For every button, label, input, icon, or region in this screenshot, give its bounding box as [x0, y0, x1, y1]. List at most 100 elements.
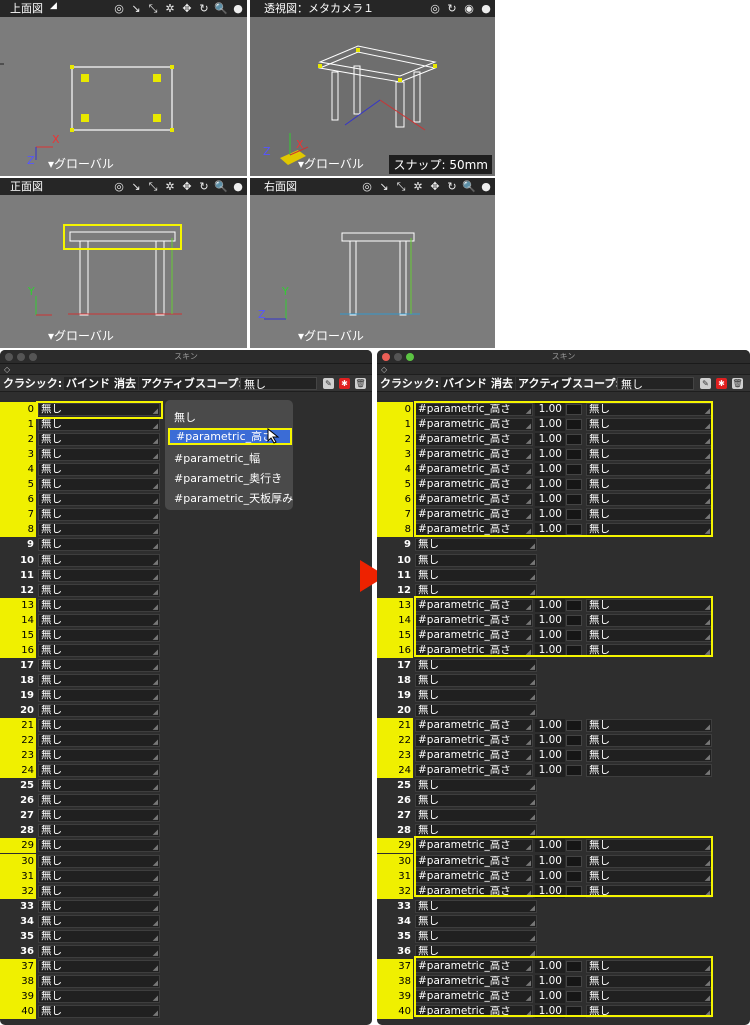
bone-row[interactable]: 13 無し ◢	[0, 597, 372, 613]
parameter-select[interactable]: 無し ◢	[415, 779, 537, 793]
mode-label[interactable]: クラシック:	[380, 377, 439, 390]
bone-row[interactable]: 24 #parametric_高さ ◢ 1.00 無し ◢	[377, 763, 750, 779]
bone-row[interactable]: 18 無し ◢	[377, 673, 750, 688]
parameter-select[interactable]: 無し ◢	[38, 869, 160, 883]
bone-row[interactable]: 38 無し ◢	[0, 973, 372, 989]
bone-row[interactable]: 40 無し ◢	[0, 1004, 372, 1019]
parameter-select[interactable]: 無し ◢	[415, 658, 537, 672]
bone-row[interactable]: 37 無し ◢	[0, 958, 372, 974]
bone-row[interactable]: 11 無し ◢	[377, 568, 750, 583]
bone-row[interactable]: 30 無し ◢	[0, 853, 372, 869]
bone-row[interactable]: 26 無し ◢	[377, 793, 750, 808]
parameter-select[interactable]: 無し ◢	[38, 538, 160, 552]
eyedropper-icon[interactable]: ✎	[323, 378, 334, 389]
bone-row[interactable]: 32 無し ◢	[0, 883, 372, 899]
dropdown-item-depth[interactable]: #parametric_奥行き	[174, 470, 282, 486]
weight-stepper[interactable]	[566, 765, 582, 777]
weight-stepper[interactable]	[566, 750, 582, 762]
parameter-select[interactable]: 無し ◢	[38, 809, 160, 823]
bone-row[interactable]: 10 無し ◢	[0, 553, 372, 568]
parameter-select[interactable]: 無し ◢	[38, 448, 160, 462]
parameter-select[interactable]: 無し ◢	[415, 688, 537, 702]
bone-row[interactable]: 8 無し ◢	[0, 522, 372, 538]
bone-row[interactable]: 25 無し ◢	[377, 778, 750, 793]
dropdown-item-thickness[interactable]: #parametric_天板厚み	[174, 490, 293, 506]
bone-row[interactable]: 31 無し ◢	[0, 868, 372, 884]
secondary-parameter-select[interactable]: 無し ◢	[586, 764, 712, 778]
parameter-select[interactable]: 無し ◢	[38, 613, 160, 627]
parameter-select[interactable]: 無し ◢	[38, 719, 160, 733]
parameter-select[interactable]: 無し ◢	[415, 704, 537, 717]
bone-row[interactable]: 9 無し ◢	[377, 537, 750, 552]
parameter-select[interactable]: #parametric_高さ ◢	[415, 719, 533, 733]
bone-row[interactable]: 28 無し ◢	[0, 823, 372, 838]
bone-row[interactable]: 17 無し ◢	[377, 658, 750, 673]
trash-icon[interactable]: 🗑	[355, 378, 366, 389]
weight-stepper[interactable]	[566, 720, 582, 732]
parameter-select[interactable]: 無し ◢	[415, 929, 537, 943]
bone-row[interactable]: 23 無し ◢	[0, 748, 372, 764]
parameter-select[interactable]: 無し ◢	[38, 508, 160, 522]
parameter-select[interactable]: 無し ◢	[415, 899, 537, 913]
scope-select[interactable]: 無し	[240, 377, 317, 391]
bind-button[interactable]: バインド	[441, 377, 489, 390]
sparkle-icon[interactable]: ✱	[716, 378, 727, 389]
parameter-select[interactable]: 無し ◢	[415, 794, 537, 808]
bone-row[interactable]: 34 無し ◢	[377, 914, 750, 929]
bone-row[interactable]: 26 無し ◢	[0, 793, 372, 808]
bone-row[interactable]: 33 無し ◢	[377, 899, 750, 914]
active-button[interactable]: アクティブ	[139, 377, 197, 390]
parameter-select[interactable]: 無し ◢	[38, 884, 160, 898]
bone-row[interactable]: 18 無し ◢	[0, 673, 372, 688]
bone-row[interactable]: 15 無し ◢	[0, 627, 372, 643]
parameter-select[interactable]: 無し ◢	[38, 1005, 160, 1018]
bone-row[interactable]: 34 無し ◢	[0, 914, 372, 929]
parameter-select[interactable]: 無し ◢	[38, 478, 160, 492]
bone-row[interactable]: 27 無し ◢	[0, 808, 372, 823]
bone-row[interactable]: 20 無し ◢	[0, 703, 372, 718]
parameter-select[interactable]: 無し ◢	[38, 899, 160, 913]
parameter-select[interactable]: 無し ◢	[38, 794, 160, 808]
top-view[interactable]: 上面図 ◢ ◎ ↘ ⤡ ✲ ✥ ↻ 🔍 ● X Z ▾グローバル	[0, 0, 247, 176]
parameter-select[interactable]: 無し ◢	[38, 854, 160, 868]
parameter-select[interactable]: 無し ◢	[38, 598, 160, 612]
bone-row[interactable]: 27 無し ◢	[377, 808, 750, 823]
parameter-select[interactable]: #parametric_高さ ◢	[415, 734, 533, 748]
secondary-parameter-select[interactable]: 無し ◢	[586, 734, 712, 748]
bone-row[interactable]: 21 無し ◢	[0, 718, 372, 734]
parameter-select[interactable]: 無し ◢	[38, 568, 160, 582]
weight-stepper[interactable]	[566, 735, 582, 747]
perspective-view[interactable]: 透視図：メタカメラ１ ◎ ↻ ◉ ● X Z ▾グローバル スナップ: 50mm	[250, 0, 495, 176]
coordinate-selector[interactable]: ▾グローバル	[48, 327, 114, 344]
parameter-select[interactable]: 無し ◢	[38, 749, 160, 763]
bone-row[interactable]: 25 無し ◢	[0, 778, 372, 793]
parameter-select[interactable]: 無し ◢	[38, 523, 160, 537]
dropdown-item-none[interactable]: 無し	[174, 409, 196, 425]
bone-row[interactable]: 35 無し ◢	[377, 929, 750, 944]
parameter-select[interactable]: 無し ◢	[38, 553, 160, 567]
parameter-select[interactable]: 無し ◢	[38, 764, 160, 778]
parameter-select[interactable]: 無し ◢	[38, 493, 160, 507]
parameter-select[interactable]: 無し ◢	[38, 959, 160, 973]
bone-row[interactable]: 35 無し ◢	[0, 929, 372, 944]
parameter-select[interactable]: 無し ◢	[38, 688, 160, 702]
active-button[interactable]: アクティブ	[516, 377, 574, 390]
right-view[interactable]: 右面図 ◎ ↘ ⤡ ✲ ✥ ↻ 🔍 ● Y Z ▾グローバル	[250, 178, 495, 348]
bone-row[interactable]: 16 無し ◢	[0, 642, 372, 658]
bone-row[interactable]: 10 無し ◢	[377, 553, 750, 568]
parameter-select[interactable]: 無し ◢	[38, 929, 160, 943]
bone-row[interactable]: 24 無し ◢	[0, 763, 372, 779]
secondary-parameter-select[interactable]: 無し ◢	[586, 719, 712, 733]
weight-value[interactable]: 1.00	[535, 719, 565, 733]
delete-button[interactable]: 消去	[112, 377, 138, 390]
parameter-select[interactable]: 無し ◢	[38, 734, 160, 748]
parameter-select[interactable]: #parametric_高さ ◢	[415, 749, 533, 763]
weight-value[interactable]: 1.00	[535, 764, 565, 778]
parameter-select[interactable]: 無し ◢	[415, 538, 537, 552]
parameter-select[interactable]: 無し ◢	[38, 704, 160, 717]
trash-icon[interactable]: 🗑	[732, 378, 743, 389]
sparkle-icon[interactable]: ✱	[339, 378, 350, 389]
parameter-select[interactable]: 無し ◢	[38, 839, 160, 853]
front-view[interactable]: 正面図 ◎ ↘ ⤡ ✲ ✥ ↻ 🔍 ● Y ▾グローバル	[0, 178, 247, 348]
parameter-select[interactable]: #parametric_高さ ◢	[415, 764, 533, 778]
